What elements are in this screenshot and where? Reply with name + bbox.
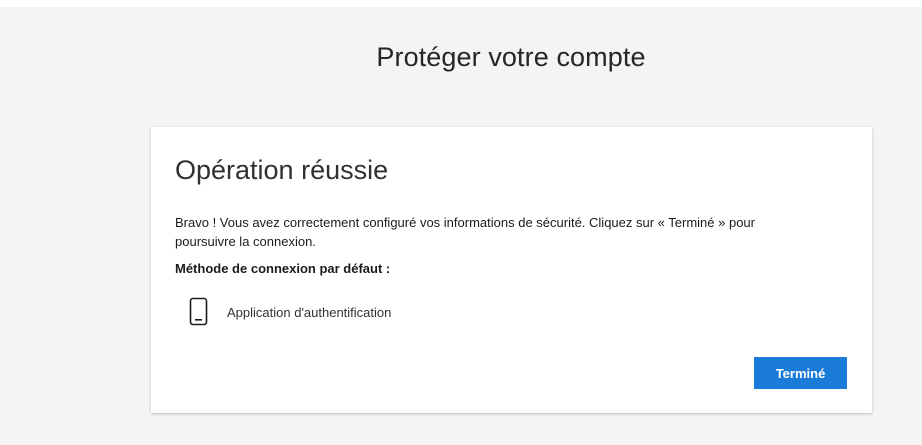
default-method-label: Méthode de connexion par défaut : [175, 261, 391, 276]
card-heading: Opération réussie [175, 155, 389, 185]
success-card: Opération réussie Bravo ! Vous avez corr… [151, 127, 872, 413]
page-title: Protéger votre compte [376, 42, 646, 72]
success-message: Bravo ! Vous avez correctement configuré… [175, 215, 755, 249]
phone-icon [189, 297, 209, 327]
top-strip [0, 0, 922, 7]
default-method-row: Application d'authentification [189, 297, 391, 327]
default-method-name: Application d'authentification [227, 304, 392, 320]
done-button[interactable]: Terminé [754, 357, 847, 389]
